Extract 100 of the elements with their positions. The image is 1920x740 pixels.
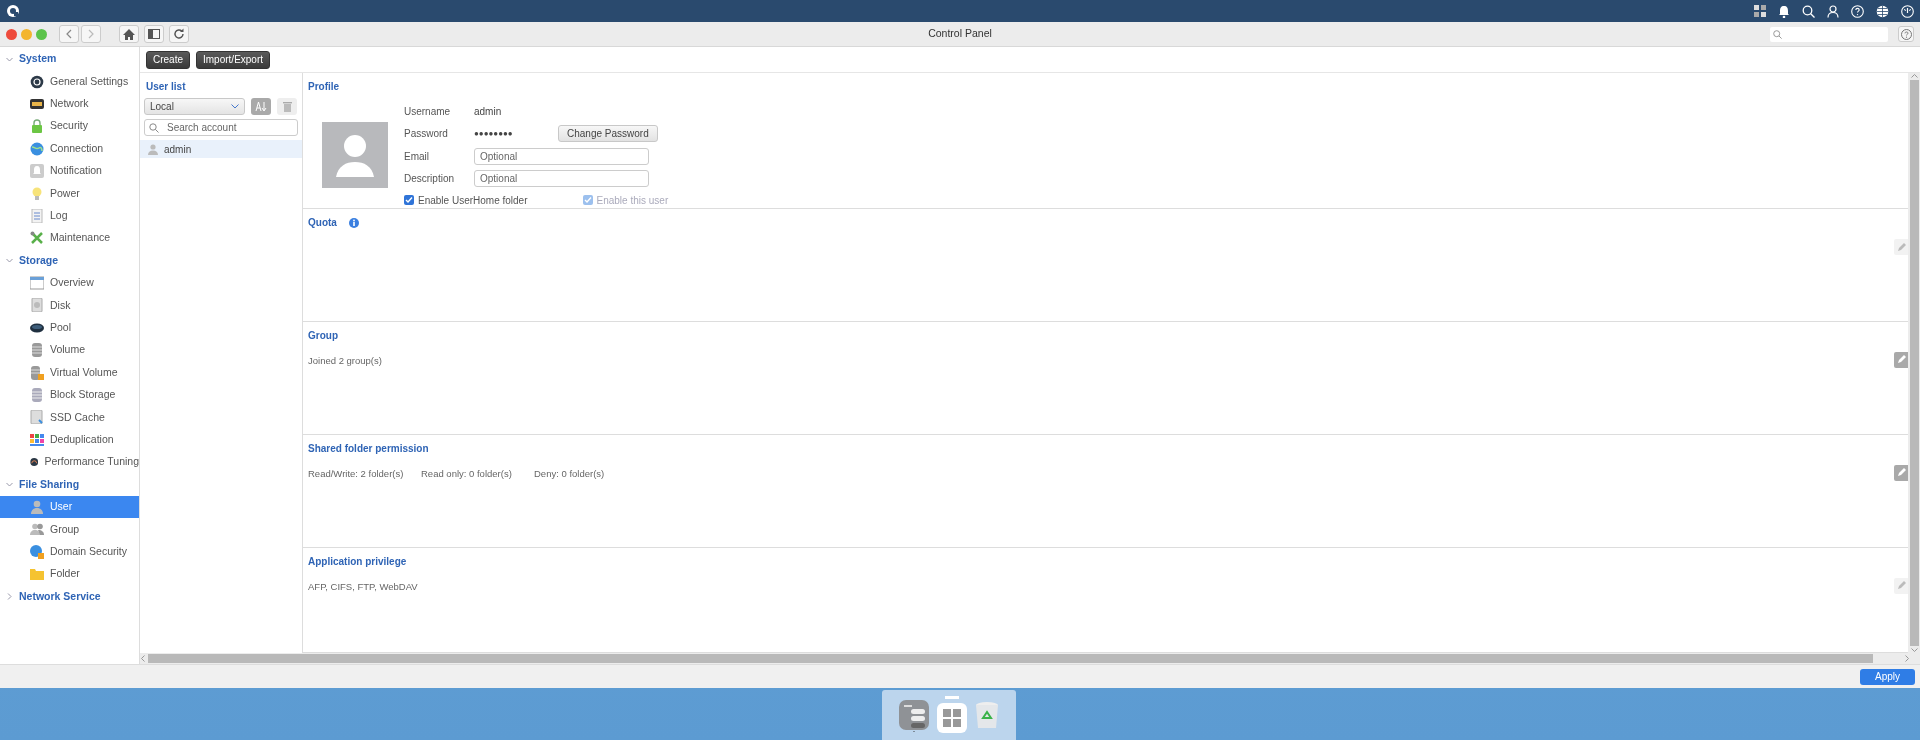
sidebar-item[interactable]: Power bbox=[0, 182, 139, 205]
edit-button[interactable] bbox=[1894, 352, 1908, 368]
search-field[interactable]: Search account bbox=[144, 119, 298, 136]
sidebar-item[interactable]: Performance Tuning bbox=[0, 451, 139, 474]
padlock-icon bbox=[30, 119, 44, 134]
sidebar-item[interactable]: Security bbox=[0, 115, 139, 138]
pencil-icon bbox=[1896, 355, 1906, 365]
chevron-left-icon bbox=[140, 655, 145, 662]
horizontal-scrollbar[interactable] bbox=[140, 653, 1920, 664]
control-panel-icon[interactable] bbox=[899, 698, 929, 732]
user-icon[interactable] bbox=[1827, 4, 1839, 18]
info-text: AFP, CIFS, FTP, WebDAV bbox=[308, 579, 419, 594]
sidebar-group-header[interactable]: Network Service bbox=[0, 585, 139, 608]
sidebar-group-header[interactable]: File Sharing bbox=[0, 473, 139, 496]
minimize-button[interactable] bbox=[21, 28, 32, 40]
field-label: Email bbox=[404, 149, 430, 164]
help-button[interactable] bbox=[1898, 26, 1914, 42]
document-icon bbox=[30, 208, 44, 223]
sidebar-item[interactable]: Maintenance bbox=[0, 227, 139, 250]
edit-button[interactable] bbox=[1894, 577, 1908, 594]
password-value: ●●●●●●●● bbox=[474, 127, 514, 140]
folder-icon bbox=[30, 567, 44, 582]
maximize-button[interactable] bbox=[36, 28, 47, 40]
section-title: Shared folder permission bbox=[308, 441, 429, 456]
sidebar-toggle-button[interactable] bbox=[144, 25, 164, 43]
globe-icon[interactable] bbox=[1876, 4, 1889, 18]
back-button[interactable] bbox=[59, 25, 79, 43]
sidebar-item[interactable]: Folder bbox=[0, 563, 139, 586]
sidebar-item[interactable]: Overview bbox=[0, 271, 139, 295]
action-button[interactable]: Import/Export bbox=[196, 50, 271, 69]
sidebar-item[interactable]: Disk bbox=[0, 294, 139, 317]
globe-icon bbox=[30, 544, 44, 559]
chevron-up-icon bbox=[1910, 73, 1918, 78]
field-label: Password bbox=[404, 127, 449, 142]
sidebar-item[interactable]: User bbox=[0, 495, 139, 519]
home-button[interactable] bbox=[119, 25, 139, 43]
checkbox-label: Enable UserHome folder bbox=[418, 193, 528, 208]
recycle-bin-icon[interactable] bbox=[975, 700, 999, 730]
sidebar-item[interactable]: Network bbox=[0, 92, 139, 116]
forward-button[interactable] bbox=[81, 25, 101, 43]
sidebar-item[interactable]: Notification bbox=[0, 159, 139, 183]
checkbox[interactable] bbox=[404, 195, 414, 205]
chevron-left-icon bbox=[66, 29, 72, 39]
database-icon bbox=[30, 365, 44, 380]
bell-icon[interactable] bbox=[1778, 4, 1790, 18]
info-text: Deny: 0 folder(s) bbox=[534, 466, 606, 481]
account-type-dropdown[interactable]: Local bbox=[144, 98, 245, 115]
sidebar-item[interactable]: Pool bbox=[0, 316, 139, 340]
apply-button[interactable]: Apply bbox=[1860, 668, 1915, 685]
app-grid-icon[interactable] bbox=[937, 696, 967, 734]
vertical-scrollbar[interactable] bbox=[1908, 73, 1920, 653]
pencil-icon bbox=[1896, 242, 1906, 252]
refresh-button[interactable] bbox=[169, 25, 189, 43]
search-field[interactable] bbox=[1770, 26, 1888, 42]
user-list-item[interactable]: admin bbox=[140, 140, 302, 158]
sidebar-item[interactable]: Connection bbox=[0, 137, 139, 160]
chevron-right-icon bbox=[88, 29, 94, 39]
avatar-placeholder bbox=[322, 122, 388, 188]
trash-icon bbox=[282, 101, 292, 112]
pencil-icon bbox=[1896, 581, 1906, 591]
sidebar-group-header[interactable]: Storage bbox=[0, 249, 139, 272]
gauge-icon[interactable] bbox=[1901, 4, 1914, 18]
drive-icon bbox=[30, 410, 44, 425]
tools-icon bbox=[30, 231, 44, 246]
caret-down-icon bbox=[231, 104, 239, 109]
info-text: Joined 2 group(s) bbox=[308, 354, 383, 368]
edit-button[interactable] bbox=[1894, 239, 1908, 255]
sidebar-item[interactable]: Volume bbox=[0, 339, 139, 362]
sidebar-item[interactable]: Block Storage bbox=[0, 383, 139, 407]
search-icon bbox=[1773, 29, 1782, 39]
grid-icon[interactable] bbox=[1754, 5, 1766, 17]
edit-button[interactable] bbox=[1894, 464, 1908, 481]
input-field[interactable]: Optional bbox=[474, 147, 649, 165]
sort-button[interactable] bbox=[251, 98, 271, 115]
sidebar-item[interactable]: Virtual Volume bbox=[0, 361, 139, 384]
sidebar-item[interactable]: Log bbox=[0, 204, 139, 228]
chevron-down-icon bbox=[1910, 648, 1918, 653]
database-icon bbox=[30, 388, 44, 403]
gear-icon bbox=[30, 74, 44, 89]
action-button[interactable]: Create bbox=[146, 50, 190, 69]
help-icon[interactable] bbox=[1851, 4, 1864, 18]
input-field[interactable]: Optional bbox=[474, 170, 649, 188]
field-label: Description bbox=[404, 172, 456, 187]
change-password-button[interactable]: Change Password bbox=[558, 125, 658, 143]
sidebar-item[interactable]: SSD Cache bbox=[0, 406, 139, 429]
delete-button[interactable] bbox=[277, 98, 297, 115]
sidebar-item[interactable]: Domain Security bbox=[0, 540, 139, 563]
search-icon[interactable] bbox=[1802, 4, 1815, 18]
sidebar-group-header[interactable]: System bbox=[0, 48, 139, 71]
refresh-icon bbox=[173, 28, 185, 40]
sidebar-item[interactable]: Group bbox=[0, 518, 139, 541]
user-icon bbox=[30, 500, 44, 514]
info-icon[interactable] bbox=[348, 217, 359, 228]
section-title: Quota bbox=[308, 216, 337, 230]
close-button[interactable] bbox=[6, 28, 17, 40]
sidebar-item[interactable]: General Settings bbox=[0, 70, 139, 93]
checkbox-label: Enable this user bbox=[596, 193, 669, 208]
sidebar-item[interactable]: Deduplication bbox=[0, 428, 139, 452]
info-text: Read/Write: 2 folder(s) bbox=[308, 466, 405, 481]
sort-icon bbox=[255, 101, 267, 112]
